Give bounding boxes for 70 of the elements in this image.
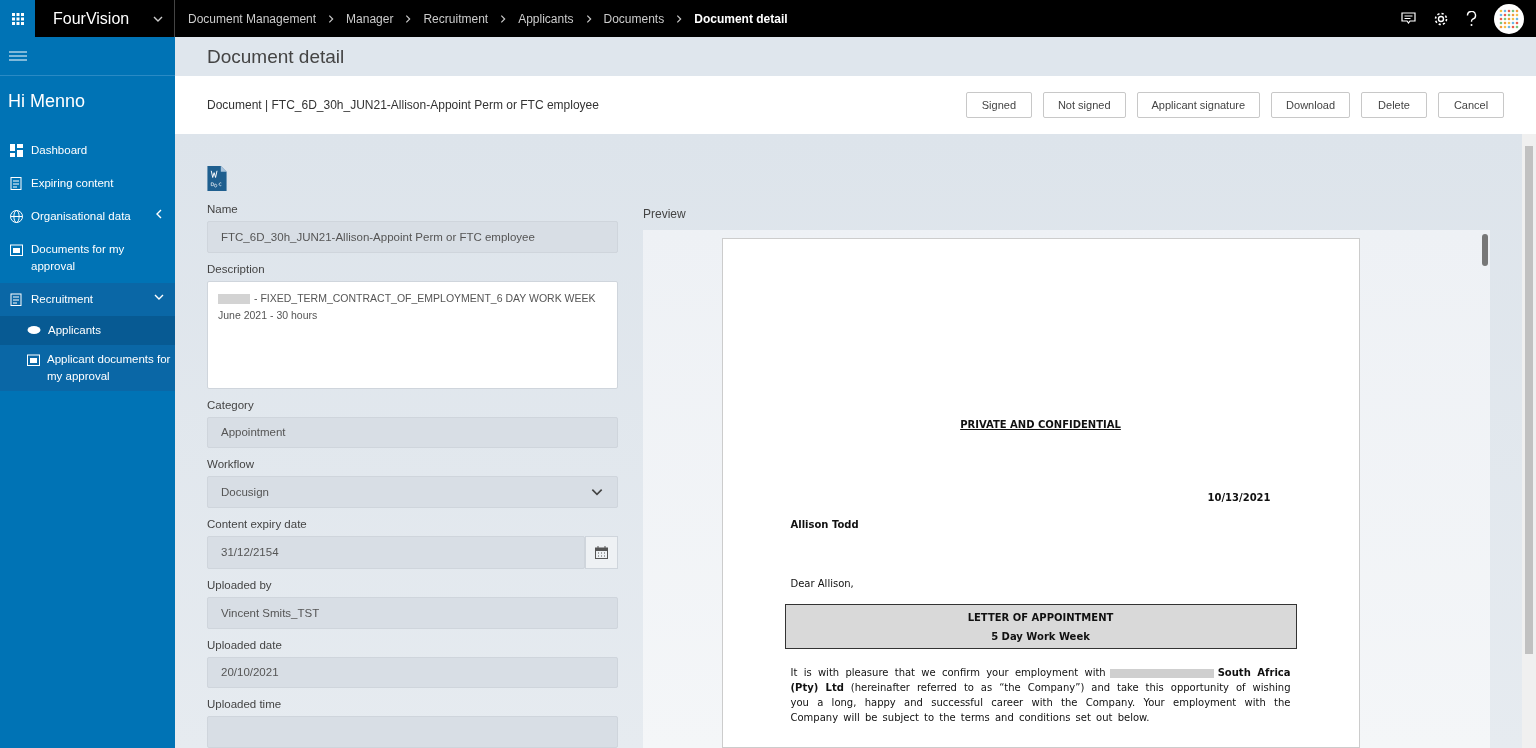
action-button[interactable]: Signed — [965, 92, 1032, 118]
document-stamp-icon — [10, 243, 23, 256]
scrollbar-thumb[interactable] — [1525, 146, 1533, 654]
document-title: Document | FTC_6D_30h_JUN21-Allison-Appoint Perm or FTC employee — [207, 98, 600, 112]
dashboard-icon — [10, 144, 23, 157]
calendar-button[interactable] — [585, 535, 618, 569]
greeting: Hi Menno — [7, 90, 87, 113]
menu-icon — [9, 51, 27, 61]
grid-icon — [11, 12, 24, 25]
help-button[interactable] — [1466, 10, 1477, 27]
field-label: Category — [207, 398, 255, 411]
breadcrumb-link[interactable]: Document detail — [694, 11, 788, 26]
help-icon — [1466, 10, 1477, 27]
title-box-line: LETTER OF APPOINTMENT — [967, 612, 1114, 623]
document-list-icon — [10, 177, 23, 190]
letter-heading: PRIVATE AND CONFIDENTIAL — [960, 419, 1121, 430]
field-label: Uploaded by — [207, 578, 273, 591]
text-field[interactable]: Appointment — [207, 416, 618, 449]
letter-date: 10/13/2021 — [1207, 492, 1271, 503]
field-label: Description — [207, 262, 266, 275]
nav-item[interactable]: Dashboard — [0, 134, 175, 167]
text-field[interactable]: Vincent Smits_TST — [207, 596, 618, 629]
breadcrumb-link[interactable]: Document Management — [188, 11, 317, 26]
description-field[interactable]: - FIXED_TERM_CONTRACT_OF_EMPLOYMENT_6 DAY WORK WEEK June 2021 - 30 hours — [207, 280, 618, 389]
nav-subitem[interactable]: Applicant documents for my approval — [0, 345, 175, 391]
preview-label: Preview — [643, 207, 687, 221]
title-box-line: 5 Day Work Week — [991, 631, 1090, 642]
message-button[interactable] — [1401, 12, 1416, 25]
field-label: Content expiry date — [207, 517, 308, 530]
settings-button[interactable] — [1433, 10, 1449, 27]
action-button[interactable]: Delete — [1361, 92, 1427, 118]
action-button[interactable]: Download — [1271, 92, 1350, 118]
breadcrumb-link[interactable]: Recruitment — [423, 11, 489, 26]
date-field[interactable]: 31/12/2154 — [207, 535, 585, 569]
nav-subitem[interactable]: Applicants — [0, 316, 175, 345]
nav-item[interactable]: Recruitment — [0, 283, 175, 316]
breadcrumb-link[interactable]: Applicants — [518, 11, 574, 26]
calendar-icon — [595, 545, 608, 559]
field-label: Uploaded time — [207, 698, 283, 711]
app-launcher-button[interactable] — [0, 0, 35, 37]
salutation: Dear Allison, — [790, 578, 854, 589]
message-icon — [1401, 12, 1416, 25]
breadcrumb-link[interactable]: Documents — [603, 11, 665, 26]
description-text: - FIXED_TERM_CONTRACT_OF_EMPLOYMENT_6 DAY WORK WEEK — [254, 291, 596, 304]
action-button[interactable]: Cancel — [1438, 92, 1504, 118]
nav-item[interactable]: Organisational data — [0, 200, 175, 233]
scrollbar-thumb[interactable] — [1482, 234, 1488, 266]
doc-file-icon — [207, 166, 227, 191]
letter-paragraph: It is with pleasure that we confirm your employment with South Africa (Pty) Ltd (hereinafter referred to as “the Company”) and take this opportunity of wishing you a long, happy and successful career with the Company. Your employment with the Company will be subject to the terms and conditions set out below. — [790, 666, 1291, 725]
page-title: Document detail — [206, 45, 346, 69]
dotted-logo-icon — [1498, 7, 1520, 30]
document-stamp-icon — [27, 353, 40, 366]
globe-icon — [10, 210, 23, 223]
field-label: Uploaded date — [207, 638, 283, 651]
action-button[interactable]: Applicant signature — [1136, 92, 1261, 118]
description-text: June 2021 - 30 hours — [218, 308, 318, 321]
breadcrumb-link[interactable]: Manager — [346, 11, 394, 26]
text-field[interactable]: 20/10/2021 — [207, 656, 618, 689]
avatar[interactable] — [1494, 3, 1524, 34]
nav-item[interactable]: Documents for my approval — [0, 233, 175, 283]
nav-item[interactable]: Expiring content — [0, 167, 175, 200]
clipboard-icon — [10, 293, 23, 306]
text-field[interactable]: FTC_6D_30h_JUN21-Allison-Appoint Perm or FTC employee — [207, 220, 618, 253]
recipient-name: Allison Todd — [790, 519, 859, 530]
settings-icon — [1433, 10, 1449, 27]
field-label: Workflow — [207, 458, 256, 471]
action-button[interactable]: Not signed — [1042, 92, 1126, 118]
field-label: Name — [207, 202, 239, 215]
scrollbar[interactable] — [1522, 134, 1536, 748]
workflow-dropdown[interactable]: Docusign — [207, 476, 618, 508]
